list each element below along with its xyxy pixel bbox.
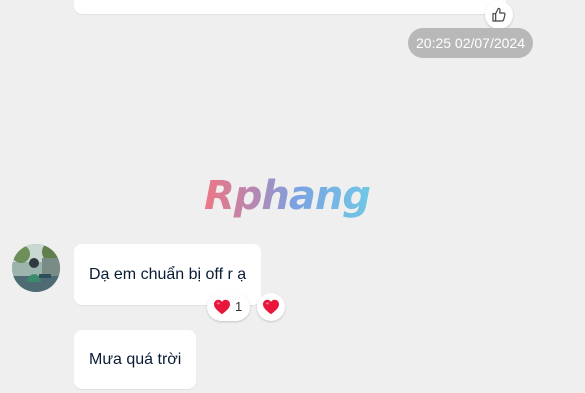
previous-message-bubble[interactable] (74, 0, 506, 14)
add-reaction-button[interactable] (257, 293, 285, 321)
like-reaction-button[interactable] (485, 1, 513, 29)
sender-avatar[interactable] (12, 244, 60, 292)
watermark-logo: Rphang (204, 168, 371, 224)
thumbs-up-icon (492, 7, 506, 22)
chat-message-area: 20:25 02/07/2024 Rphang Dạ em chuẩn bị o… (0, 0, 585, 393)
message-timestamp: 20:25 02/07/2024 (408, 28, 533, 58)
message-text: Mưa quá trời (89, 351, 182, 368)
heart-icon (263, 299, 279, 315)
heart-icon (214, 299, 230, 315)
reaction-summary[interactable]: 1 (207, 293, 251, 321)
reaction-count: 1 (235, 299, 243, 314)
avatar-image (12, 244, 60, 292)
message-bubble[interactable]: Mưa quá trời (74, 330, 197, 389)
message-text: Dạ em chuẩn bị off r ạ (89, 266, 247, 283)
